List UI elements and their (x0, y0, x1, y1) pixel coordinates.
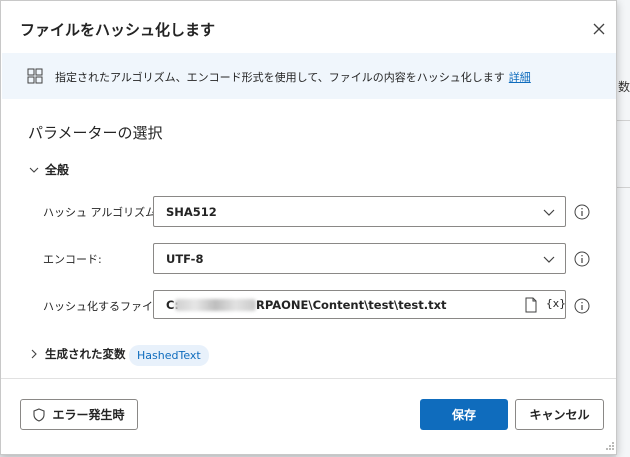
redacted-path (175, 299, 256, 311)
general-group-toggle[interactable]: 全般 (29, 161, 69, 178)
shield-icon (33, 407, 46, 422)
background-panel: 数 (616, 0, 630, 457)
algorithm-label: ハッシュ アルゴリズム: (43, 206, 160, 219)
file-path-input[interactable]: C: RPAONE\Content\test\test.txt {x} (153, 290, 566, 319)
chevron-right-icon (31, 349, 37, 359)
file-label: ハッシュ化するファイル: (43, 300, 168, 313)
chevron-down-icon (29, 167, 39, 173)
background-divider (616, 187, 630, 188)
info-icon[interactable] (574, 204, 590, 220)
info-icon[interactable] (574, 298, 590, 314)
action-icon (27, 68, 43, 84)
close-icon (593, 23, 605, 35)
info-description: 指定されたアルゴリズム、エンコード形式を使用して、ファイルの内容をハッシュ化しま… (55, 69, 531, 85)
resize-grip-icon[interactable] (605, 441, 615, 451)
chevron-down-icon (543, 256, 555, 263)
encoding-label: エンコード: (43, 253, 102, 266)
save-label: 保存 (451, 408, 476, 422)
background-partial-text: 数 (618, 80, 630, 94)
hash-file-dialog: ファイルをハッシュ化します 指定されたアルゴリズム、エンコード形式を使用して、フ… (0, 0, 617, 455)
details-link[interactable]: 詳細 (509, 71, 531, 84)
chevron-down-icon (543, 209, 555, 216)
cancel-label: キャンセル (529, 408, 590, 422)
encoding-select[interactable]: UTF-8 (153, 243, 566, 274)
general-group-label: 全般 (45, 163, 70, 177)
info-banner: 指定されたアルゴリズム、エンコード形式を使用して、ファイルの内容をハッシュ化しま… (2, 53, 616, 99)
variable-chip[interactable]: HashedText (129, 345, 209, 366)
info-icon[interactable] (574, 251, 590, 267)
algorithm-value: SHA512 (166, 205, 217, 219)
on-error-button[interactable]: エラー発生時 (20, 399, 138, 430)
algorithm-select[interactable]: SHA512 (153, 196, 566, 227)
on-error-label: エラー発生時 (52, 408, 125, 422)
file-path-value: RPAONE\Content\test\test.txt (256, 298, 447, 312)
footer-divider (1, 378, 616, 379)
dialog-title: ファイルをハッシュ化します (20, 21, 216, 39)
background-divider (616, 120, 630, 121)
info-text: 指定されたアルゴリズム、エンコード形式を使用して、ファイルの内容をハッシュ化しま… (55, 71, 505, 84)
encoding-value: UTF-8 (166, 252, 204, 266)
close-button[interactable] (589, 19, 609, 39)
file-icon[interactable] (524, 297, 538, 313)
variable-icon[interactable]: {x} (546, 297, 566, 310)
section-title: パラメーターの選択 (28, 124, 163, 142)
save-button[interactable]: 保存 (420, 399, 508, 430)
cancel-button[interactable]: キャンセル (515, 399, 604, 430)
output-variables-toggle[interactable]: 生成された変数 (29, 346, 126, 362)
output-variables-label: 生成された変数 (45, 347, 126, 361)
